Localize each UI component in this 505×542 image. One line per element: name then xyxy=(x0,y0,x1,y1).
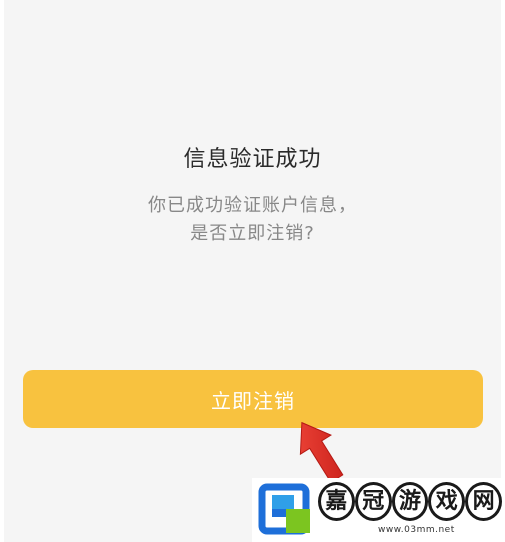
site-watermark: 嘉 冠 游 戏 网 www.03mm.net xyxy=(252,478,505,542)
watermark-title: 嘉 冠 游 戏 网 xyxy=(318,482,502,521)
watermark-url: www.03mm.net xyxy=(378,525,455,535)
confirm-cancel-account-button[interactable]: 立即注销 xyxy=(23,370,483,428)
watermark-char: 网 xyxy=(465,482,502,521)
dialog-title: 信息验证成功 xyxy=(183,147,322,172)
app-screen: 信息验证成功 你已成功验证账户信息， 是否立即注销? 立即注销 嘉 冠 游 戏 xyxy=(0,0,505,542)
dialog-message-line-1: 你已成功验证账户信息， xyxy=(148,195,357,216)
watermark-char: 嘉 xyxy=(318,482,355,521)
right-edge xyxy=(501,0,505,542)
left-edge xyxy=(0,0,4,542)
watermark-char: 游 xyxy=(391,482,429,521)
site-logo-icon xyxy=(258,483,310,535)
dialog-message: 你已成功验证账户信息， 是否立即注销? xyxy=(0,192,505,248)
watermark-char: 冠 xyxy=(354,482,392,521)
dialog-message-line-2: 是否立即注销? xyxy=(190,223,315,244)
watermark-char: 戏 xyxy=(428,482,466,521)
